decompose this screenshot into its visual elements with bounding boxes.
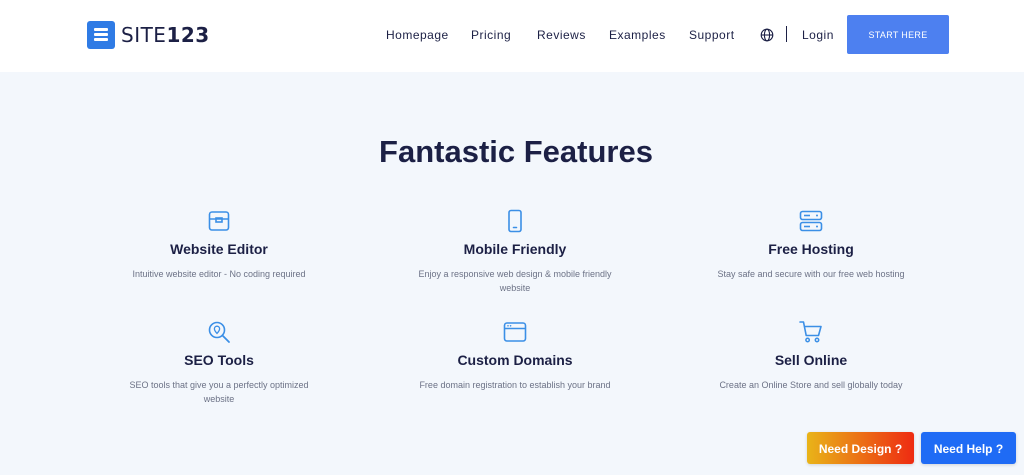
feature-description: Free domain registration to establish yo…: [419, 380, 611, 390]
seo-search-icon: [208, 321, 230, 343]
feature-title: Custom Domains: [457, 352, 573, 368]
feature-description: Intuitive website editor - No coding req…: [132, 269, 306, 279]
feature-mobile-friendly: Mobile Friendly Enjoy a responsive web d…: [395, 209, 635, 295]
feature-free-hosting: Free Hosting Stay safe and secure with o…: [691, 209, 931, 281]
feature-seo-tools: SEO Tools SEO tools that give you a perf…: [99, 320, 339, 406]
feature-title: Website Editor: [170, 241, 268, 257]
globe-icon[interactable]: [760, 28, 774, 42]
nav-divider: [786, 26, 787, 42]
feature-sell-online: Sell Online Create an Online Store and s…: [691, 320, 931, 392]
login-link[interactable]: Login: [802, 28, 834, 42]
nav-item-reviews[interactable]: Reviews: [537, 28, 586, 42]
section-title: Fantastic Features: [379, 134, 653, 169]
nav-item-homepage[interactable]: Homepage: [386, 28, 449, 42]
feature-custom-domains: Custom Domains Free domain registration …: [395, 320, 635, 392]
start-here-button[interactable]: START HERE: [847, 15, 949, 54]
nav-item-examples[interactable]: Examples: [609, 28, 666, 42]
main-nav: Homepage Pricing Reviews Examples Suppor…: [0, 0, 1024, 72]
site-header: SITE123 Homepage Pricing Reviews Example…: [0, 0, 1024, 72]
feature-description: Create an Online Store and sell globally…: [719, 380, 903, 390]
nav-item-support[interactable]: Support: [689, 28, 735, 42]
feature-title: Free Hosting: [768, 241, 854, 257]
feature-title: SEO Tools: [184, 352, 254, 368]
feature-description: Enjoy a responsive web design & mobile f…: [418, 269, 612, 293]
server-icon: [799, 210, 823, 232]
feature-description: SEO tools that give you a perfectly opti…: [129, 380, 309, 404]
shopping-cart-icon: [799, 321, 822, 343]
feature-website-editor: Website Editor Intuitive website editor …: [99, 209, 339, 281]
need-help-button[interactable]: Need Help ?: [921, 432, 1016, 464]
nav-item-pricing[interactable]: Pricing: [471, 28, 511, 42]
feature-title: Mobile Friendly: [463, 241, 567, 257]
browser-window-icon: [503, 322, 527, 342]
mobile-phone-icon: [508, 209, 522, 233]
box-icon: [208, 211, 230, 231]
need-design-button[interactable]: Need Design ?: [807, 432, 914, 464]
feature-title: Sell Online: [774, 352, 848, 368]
feature-description: Stay safe and secure with our free web h…: [717, 269, 905, 279]
